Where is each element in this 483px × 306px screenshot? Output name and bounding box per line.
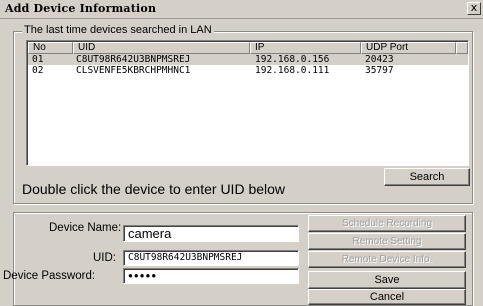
instruction-text: Double click the device to enter UID bel… bbox=[22, 181, 286, 197]
uid-field[interactable]: C8UT98R642U3BNPMSREJ bbox=[123, 250, 299, 266]
row-uid: C8UT98R642U3BNPMSREJ bbox=[76, 54, 191, 65]
table-row[interactable]: 02 CLSVENFE5KBRCHPMHNC1 192.168.0.111 35… bbox=[28, 65, 468, 76]
device-list[interactable]: No UID IP UDP Port 01 C8UT98R642U3BNPMSR… bbox=[26, 40, 469, 166]
password-field[interactable]: ●●●●● bbox=[123, 268, 299, 284]
column-header-uid[interactable]: UID bbox=[73, 42, 250, 54]
lan-group-legend: The last time devices searched in LAN bbox=[22, 24, 214, 36]
search-button[interactable]: Search bbox=[384, 168, 470, 186]
column-header-no[interactable]: No bbox=[28, 42, 73, 54]
close-icon: x bbox=[470, 1, 478, 14]
table-row[interactable]: 01 C8UT98R642U3BNPMSREJ 192.168.0.156 20… bbox=[28, 54, 468, 65]
list-header: No UID IP UDP Port bbox=[28, 42, 468, 54]
column-header-udp-port[interactable]: UDP Port bbox=[361, 42, 456, 54]
title-bar: Add Device Information x bbox=[0, 0, 483, 19]
column-header-filler bbox=[456, 42, 468, 54]
row-no: 02 bbox=[32, 65, 44, 76]
row-port: 35797 bbox=[365, 65, 394, 76]
row-uid: CLSVENFE5KBRCHPMHNC1 bbox=[76, 65, 191, 76]
window-title: Add Device Information bbox=[5, 2, 157, 15]
device-name-field[interactable]: camera bbox=[123, 225, 299, 242]
save-button[interactable]: Save bbox=[308, 271, 466, 289]
cancel-button[interactable]: Cancel bbox=[308, 289, 466, 305]
row-no: 01 bbox=[32, 54, 44, 65]
row-port: 20423 bbox=[365, 54, 394, 65]
uid-label: UID: bbox=[93, 252, 116, 264]
remote-setting-button[interactable]: Remote Setting bbox=[308, 233, 466, 250]
schedule-recording-button[interactable]: Schedule Recording bbox=[308, 215, 466, 232]
column-header-ip[interactable]: IP bbox=[250, 42, 361, 54]
device-name-label: Device Name: bbox=[49, 222, 122, 234]
close-button[interactable]: x bbox=[467, 2, 481, 15]
row-ip: 192.168.0.111 bbox=[255, 65, 330, 76]
remote-device-info-button[interactable]: Remote Device Info. bbox=[308, 251, 466, 268]
password-label: Device Password: bbox=[3, 270, 96, 282]
row-ip: 192.168.0.156 bbox=[255, 54, 330, 65]
